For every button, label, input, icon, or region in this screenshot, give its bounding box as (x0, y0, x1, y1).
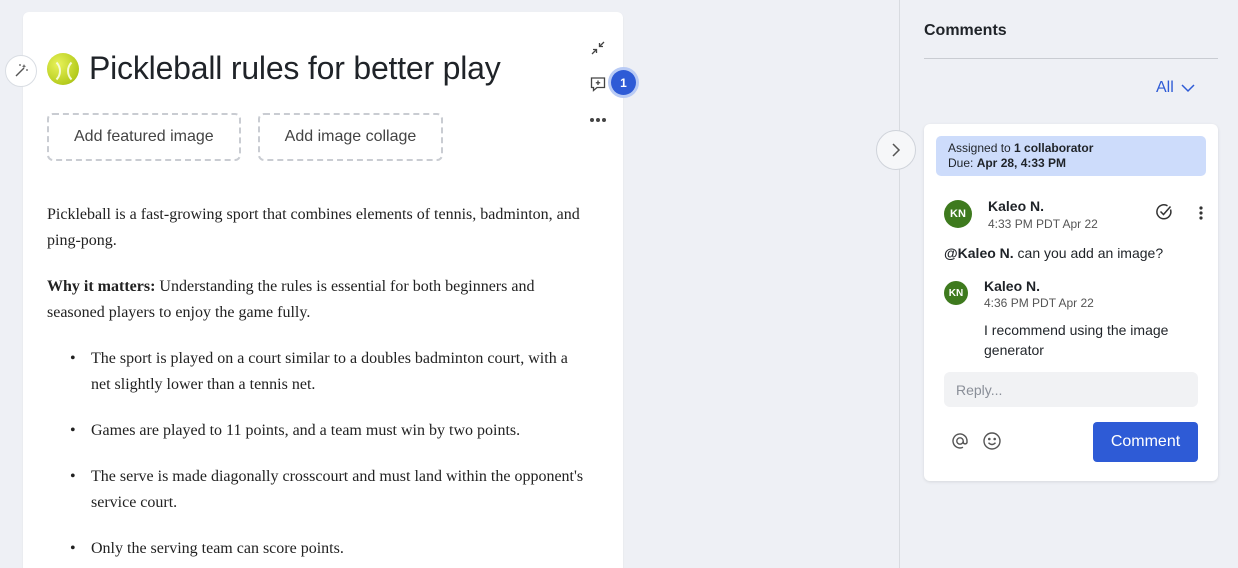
due-line: Due: Apr 28, 4:33 PM (948, 156, 1194, 171)
pickleball-icon (47, 52, 79, 85)
collapse-icon[interactable] (588, 38, 608, 58)
comments-filter-dropdown[interactable]: All (1156, 79, 1196, 97)
comment-count-badge[interactable]: 1 (611, 70, 636, 95)
reply-input[interactable] (944, 372, 1198, 407)
intro-paragraph: Pickleball is a fast-growing sport that … (47, 206, 580, 249)
add-comment-icon[interactable] (588, 74, 608, 94)
image-buttons: Add featured image Add image collage (47, 113, 444, 161)
at-mention-icon[interactable] (950, 431, 970, 451)
comment-author: Kaleo N. (988, 198, 1045, 214)
due-date: Apr 28, 4:33 PM (976, 156, 1067, 170)
comments-panel-title: Comments (924, 22, 1007, 39)
comment-text: @Kaleo N. can you add an image? (944, 245, 1163, 261)
reply-author: Kaleo N. (984, 278, 1041, 294)
add-featured-image-button[interactable]: Add featured image (47, 113, 241, 161)
emoji-icon[interactable] (982, 431, 1002, 451)
comment-timestamp: 4:33 PM PDT Apr 22 (988, 217, 1098, 231)
title-row: Pickleball rules for better play (47, 50, 501, 87)
comment-submit-button[interactable]: Comment (1093, 422, 1198, 462)
panel-rule (924, 58, 1218, 59)
assignment-prefix: Assigned to (948, 141, 1015, 155)
filter-label: All (1156, 79, 1174, 96)
mention[interactable]: @Kaleo N. (944, 245, 1014, 261)
avatar: KN (944, 200, 972, 228)
more-horizontal-icon[interactable] (588, 110, 608, 130)
chevron-down-icon (1181, 84, 1195, 93)
assignment-banner: Assigned to 1 collaborator Due: Apr 28, … (936, 136, 1206, 176)
page-title[interactable]: Pickleball rules for better play (89, 50, 501, 87)
assignment-collaborators: 1 collaborator (1014, 141, 1094, 155)
list-item: Only the serving team can score points. (70, 536, 587, 562)
panel-divider[interactable] (899, 0, 900, 568)
magic-wand-icon (15, 64, 28, 77)
avatar: KN (944, 281, 968, 305)
reply-timestamp: 4:36 PM PDT Apr 22 (984, 296, 1094, 310)
due-label: Due: (948, 156, 977, 170)
ai-assist-button[interactable] (5, 55, 37, 87)
list-item: Games are played to 11 points, and a tea… (70, 418, 587, 444)
reply-text: I recommend using the image generator (984, 322, 1169, 358)
assignment-line: Assigned to 1 collaborator (948, 141, 1194, 156)
list-item: The serve is made diagonally crosscourt … (70, 464, 587, 516)
why-paragraph: Why it matters: Understanding the rules … (47, 274, 587, 326)
article-body[interactable]: Pickleball is a fast-growing sport that … (47, 202, 587, 568)
comment-thread-card: Assigned to 1 collaborator Due: Apr 28, … (924, 124, 1218, 481)
rules-list: The sport is played on a court similar t… (47, 346, 587, 562)
editor-card: Pickleball rules for better play 1 Add f… (23, 12, 636, 568)
toggle-comments-panel-button[interactable] (876, 130, 916, 170)
comment-body: can you add an image? (1013, 245, 1164, 261)
list-item: The sport is played on a court similar t… (70, 346, 587, 398)
why-label: Why it matters: (47, 278, 156, 295)
chevron-right-icon (892, 143, 901, 157)
add-image-collage-button[interactable]: Add image collage (257, 113, 444, 161)
more-vertical-icon[interactable] (1194, 203, 1208, 223)
resolve-check-icon[interactable] (1154, 202, 1174, 222)
